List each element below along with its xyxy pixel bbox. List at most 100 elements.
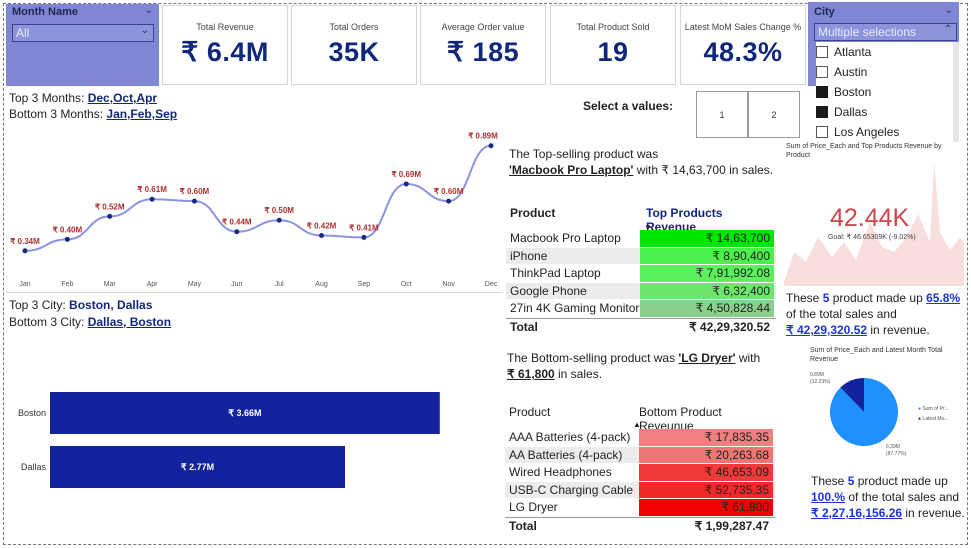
data-label: ₹ 0.61M — [137, 185, 167, 194]
city-option-atlanta[interactable]: Atlanta — [816, 42, 959, 62]
select-value-button-2[interactable]: 2 — [748, 91, 800, 138]
table-row[interactable]: Macbook Pro Laptop ₹ 14,63,700 — [506, 230, 776, 248]
city-option-austin[interactable]: Austin — [816, 62, 959, 82]
revenue-cell: ₹ 52,735.35 — [639, 481, 773, 498]
product-cell: Wired Headphones — [509, 465, 612, 480]
data-point — [234, 229, 240, 235]
pie-small-label: 0.89M — [810, 372, 824, 378]
legend-item[interactable]: ● Latest Mo... — [918, 416, 949, 422]
total-label: Total — [509, 518, 537, 533]
top-share-pre: These — [786, 291, 823, 305]
monthly-revenue-line-chart: ₹ 0.34M Jan ₹ 0.40M Feb ₹ 0.52M Mar ₹ 0.61M Apr… — [10, 132, 498, 288]
revenue-cell: ₹ 61,800 — [639, 499, 773, 516]
chevron-down-icon[interactable]: ⌄ — [145, 5, 153, 16]
bottom-months-text: Bottom 3 Months: Jan,Feb,Sep — [9, 107, 177, 121]
product-cell: AAA Batteries (4-pack) — [509, 430, 631, 445]
table-row[interactable]: Wired Headphones ₹ 46,653.09 — [505, 464, 775, 482]
city-slicer[interactable]: City ⌄ Multiple selections ⌃ Atlanta Aus… — [808, 2, 959, 144]
kpi-label: Latest MoM Sales Change % — [684, 22, 802, 32]
revenue-cell: ₹ 6,32,400 — [640, 282, 774, 299]
bottom-city-prefix: Bottom 3 City: — [9, 315, 88, 329]
data-label: ₹ 0.34M — [10, 237, 40, 246]
table-row[interactable]: AAA Batteries (4-pack) ₹ 17,835.35 — [505, 429, 775, 447]
chevron-down-icon[interactable]: ⌄ — [945, 5, 953, 16]
legend-item[interactable]: ● Sum of Pr... — [918, 406, 949, 412]
product-cell: 27in 4K Gaming Monitor — [510, 301, 640, 316]
column-header[interactable]: Product — [506, 206, 640, 220]
top-share-line2: of the total sales and — [786, 307, 897, 321]
table-total-row: Total ₹ 1,99,287.47 — [505, 516, 775, 535]
bottom-product-pre: The Bottom-selling product was — [507, 351, 679, 365]
checkbox-icon[interactable] — [816, 66, 828, 78]
city-option-boston[interactable]: Boston — [816, 82, 959, 102]
kpi-average-order-value: Average Order value ₹ 185 — [420, 5, 546, 85]
table-row[interactable]: iPhone ₹ 8,90,400 — [506, 247, 776, 265]
select-value-button-1[interactable]: 1 — [696, 91, 748, 138]
revenue-cell: ₹ 7,91,992.08 — [640, 265, 774, 282]
x-tick-label: May — [188, 281, 202, 288]
city-option-label: Boston — [834, 85, 872, 99]
checkbox-checked-icon[interactable] — [816, 106, 828, 118]
revenue-cell: ₹ 17,835.35 — [639, 429, 773, 446]
bottom-product-amount: ₹ 61,800 — [507, 367, 555, 381]
legend-label: Sum of Pr... — [922, 406, 949, 412]
spark-card: Sum of Price_Each and Top Products Reven… — [784, 142, 964, 286]
month-dropdown[interactable]: All ⌄ — [12, 24, 154, 42]
total-label: Total — [510, 319, 538, 334]
table-row[interactable]: Google Phone ₹ 6,32,400 — [506, 282, 776, 300]
bottom-share-mid: product made up — [854, 474, 948, 488]
data-label: ₹ 0.52M — [95, 202, 125, 211]
data-label: ₹ 0.89M — [468, 132, 498, 141]
kpi-value: 35K — [328, 37, 380, 67]
x-tick-label: Dec — [485, 281, 498, 288]
city-option-los-angeles[interactable]: Los Angeles — [816, 122, 959, 142]
sort-asc-icon[interactable]: ▲ — [633, 420, 641, 429]
data-label: ₹ 0.42M — [307, 222, 337, 231]
city-list-scrollbar[interactable] — [953, 42, 959, 142]
data-point — [107, 213, 113, 219]
city-option-dallas[interactable]: Dallas — [816, 102, 959, 122]
top-share-suffix: in revenue. — [867, 323, 930, 337]
city-option-label: Austin — [834, 65, 868, 79]
data-label: ₹ 0.50M — [264, 206, 294, 215]
pie-small-pct: (12.23%) — [810, 379, 831, 385]
table-header-row: Product Top Products Revenue — [506, 206, 776, 234]
sort-desc-icon[interactable]: ▼ — [644, 223, 652, 232]
spark-card-value: 42.44K — [830, 204, 910, 232]
checkbox-icon[interactable] — [816, 126, 828, 138]
bottom-share-line2: of the total sales and — [845, 490, 960, 504]
month-dropdown-value: All — [16, 26, 30, 40]
city-slicer-title: City — [814, 6, 835, 18]
city-list: Atlanta Austin Boston Dallas Los Angeles — [816, 42, 959, 142]
kpi-total-revenue: Total Revenue ₹ 6.4M — [162, 5, 288, 85]
x-tick-label: Feb — [61, 281, 73, 288]
column-header[interactable]: Product — [505, 405, 639, 419]
month-slicer[interactable]: Month Name ⌄ All ⌄ — [6, 4, 159, 86]
city-option-label: Los Angeles — [834, 125, 900, 139]
city-option-label: Atlanta — [834, 45, 872, 59]
table-row[interactable]: AA Batteries (4-pack) ₹ 20,263.68 — [505, 446, 775, 464]
pie-big-label: 6.39M — [886, 444, 900, 450]
kpi-value: 19 — [597, 37, 629, 67]
city-dropdown[interactable]: Multiple selections ⌃ — [814, 23, 957, 41]
top-share-amount: ₹ 42,29,320.52 — [786, 323, 868, 337]
kpi-label: Total Product Sold — [576, 22, 650, 32]
checkbox-icon[interactable] — [816, 46, 828, 58]
bar-data-label: ₹ 3.66M — [228, 408, 261, 418]
x-tick-label: Jan — [19, 281, 30, 288]
checkbox-checked-icon[interactable] — [816, 86, 828, 98]
table-row[interactable]: ThinkPad Laptop ₹ 7,91,992.08 — [506, 265, 776, 283]
kpi-label: Average Order value — [441, 22, 525, 32]
revenue-line — [24, 144, 492, 252]
data-label: ₹ 0.40M — [53, 225, 83, 234]
data-point — [403, 181, 409, 187]
table-row[interactable]: LG Dryer ₹ 61,800 — [505, 499, 775, 517]
kpi-value: ₹ 185 — [446, 37, 520, 67]
x-tick-label: Sep — [358, 281, 371, 288]
city-revenue-bar-chart: ₹ 3.66M Boston ₹ 2.77M Dallas — [18, 392, 440, 488]
revenue-cell: ₹ 46,653.09 — [639, 464, 773, 481]
table-row[interactable]: USB-C Charging Cable ₹ 52,735.35 — [505, 481, 775, 499]
top-product-suffix: in sales. — [725, 163, 774, 177]
table-row[interactable]: 27in 4K Gaming Monitor ₹ 4,50,828.44 — [506, 300, 776, 318]
data-point — [276, 217, 282, 223]
